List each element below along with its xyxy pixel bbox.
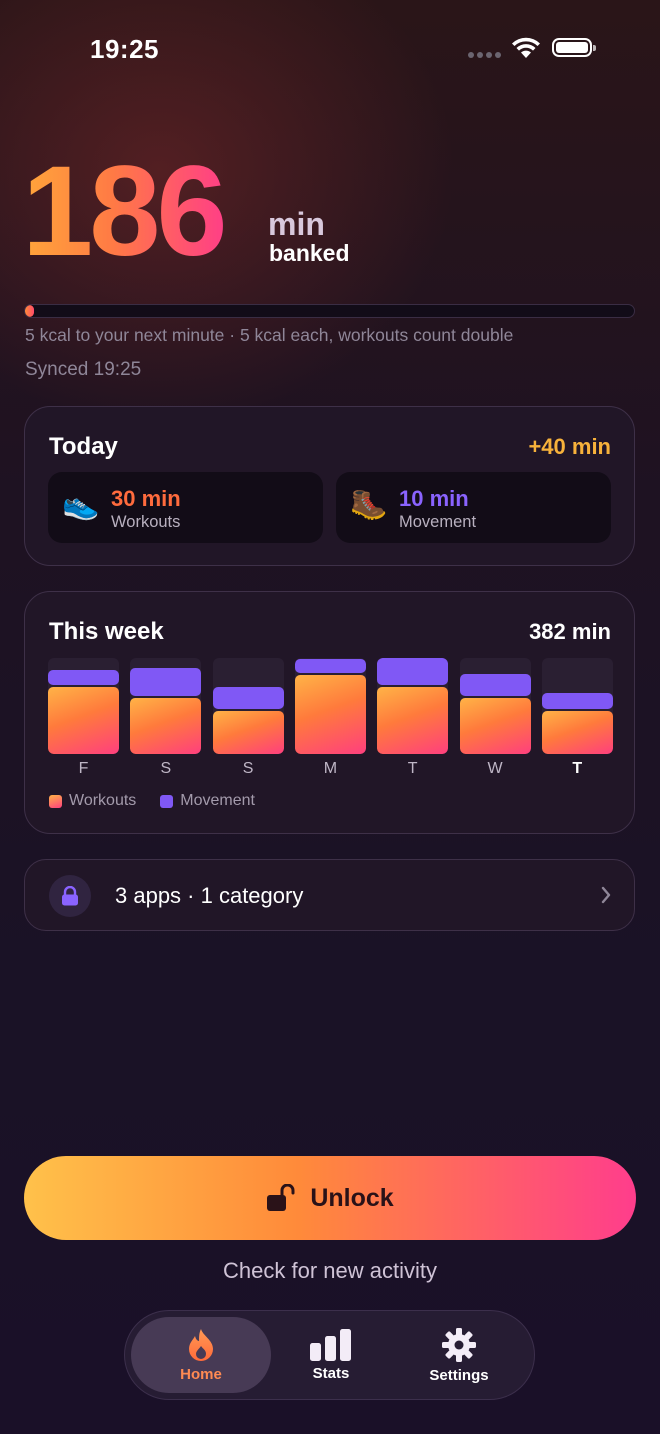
blocked-apps-row[interactable]: 3 apps · 1 category	[24, 859, 635, 931]
blocked-apps-label: 3 apps · 1 category	[115, 883, 304, 908]
hiking-boot-icon: 🥾	[350, 488, 388, 521]
status-time: 19:25	[90, 34, 159, 64]
check-new-activity-link[interactable]: Check for new activity	[0, 1258, 660, 1284]
week-bar-movement-segment	[377, 658, 449, 685]
lock-icon	[49, 875, 91, 917]
cellular-signal-icon	[468, 52, 502, 58]
week-bar-3	[294, 658, 366, 754]
movement-label: Movement	[399, 513, 477, 531]
week-bar-workouts-segment	[459, 698, 531, 754]
tab-bar: Home Stats Settings	[124, 1310, 535, 1400]
today-delta: +40 min	[528, 434, 611, 459]
week-bar-workouts-segment	[377, 686, 449, 754]
legend-workouts: Workouts	[49, 792, 136, 810]
week-bar-workouts-segment	[48, 686, 119, 754]
week-legend: Workouts Movement	[49, 792, 255, 810]
workouts-label: Workouts	[111, 513, 181, 531]
wifi-icon	[512, 37, 540, 58]
flame-icon	[189, 1328, 213, 1361]
week-bar-chart	[48, 658, 613, 754]
legend-workouts-label: Workouts	[69, 792, 137, 809]
tab-stats[interactable]: Stats	[261, 1317, 401, 1393]
week-day-label: M	[323, 760, 338, 777]
week-bar-workouts-segment	[294, 675, 366, 754]
week-bar-1	[130, 658, 202, 754]
next-minute-hint: 5 kcal to your next minute · 5 kcal each…	[25, 325, 514, 345]
unlock-button[interactable]: Unlock	[24, 1156, 636, 1240]
week-title: This week	[49, 618, 164, 645]
tab-stats-label: Stats	[312, 1364, 350, 1382]
banked-unit: min	[268, 206, 325, 242]
workouts-tile: 👟 30 min Workouts	[48, 472, 323, 543]
tab-settings[interactable]: Settings	[389, 1317, 529, 1393]
bar-chart-icon	[310, 1328, 351, 1361]
week-bar-workouts-segment	[130, 698, 202, 754]
week-bar-workouts-segment	[541, 710, 613, 754]
week-bar-movement-segment	[48, 670, 119, 685]
week-bar-5	[459, 658, 531, 754]
movement-tile: 🥾 10 min Movement	[336, 472, 611, 543]
week-bar-4	[377, 658, 449, 754]
week-bar-movement-segment	[130, 667, 202, 697]
legend-movement-label: Movement	[180, 792, 255, 809]
week-bar-6	[541, 658, 613, 754]
synced-status: Synced 19:25	[25, 359, 142, 380]
tab-settings-label: Settings	[429, 1366, 489, 1384]
unlock-icon	[267, 1184, 295, 1211]
week-day-label: S	[160, 760, 172, 777]
week-day-label: T	[572, 760, 583, 777]
chevron-right-icon	[601, 886, 611, 904]
banked-minutes-value: 186	[22, 140, 228, 283]
battery-icon	[552, 38, 596, 57]
tab-home[interactable]: Home	[131, 1317, 271, 1393]
next-minute-progress-bar	[24, 304, 635, 318]
week-card: This week 382 min Workouts Movement FSSM…	[24, 591, 635, 834]
week-day-label: W	[487, 760, 503, 777]
gear-icon	[442, 1327, 476, 1362]
week-bar-movement-segment	[459, 674, 531, 697]
today-card: Today +40 min 👟 30 min Workouts 🥾 10 min…	[24, 406, 635, 566]
tab-home-label: Home	[180, 1365, 222, 1383]
today-title: Today	[49, 433, 118, 460]
progress-fill	[25, 305, 35, 317]
running-shoe-icon: 👟	[62, 488, 100, 521]
week-bar-0	[48, 658, 119, 754]
workouts-value: 30 min	[111, 486, 181, 511]
week-bar-workouts-segment	[212, 710, 284, 754]
week-day-label: S	[242, 760, 254, 777]
week-day-label: T	[407, 760, 418, 777]
banked-label: banked	[269, 240, 350, 266]
movement-value: 10 min	[399, 486, 469, 511]
week-bar-movement-segment	[541, 693, 613, 709]
week-bar-2	[212, 658, 284, 754]
legend-movement: Movement	[160, 792, 255, 810]
week-day-label: F	[78, 760, 89, 777]
week-total: 382 min	[529, 619, 611, 644]
unlock-label: Unlock	[310, 1183, 394, 1212]
week-bar-movement-segment	[294, 658, 366, 674]
week-bar-movement-segment	[212, 686, 284, 709]
